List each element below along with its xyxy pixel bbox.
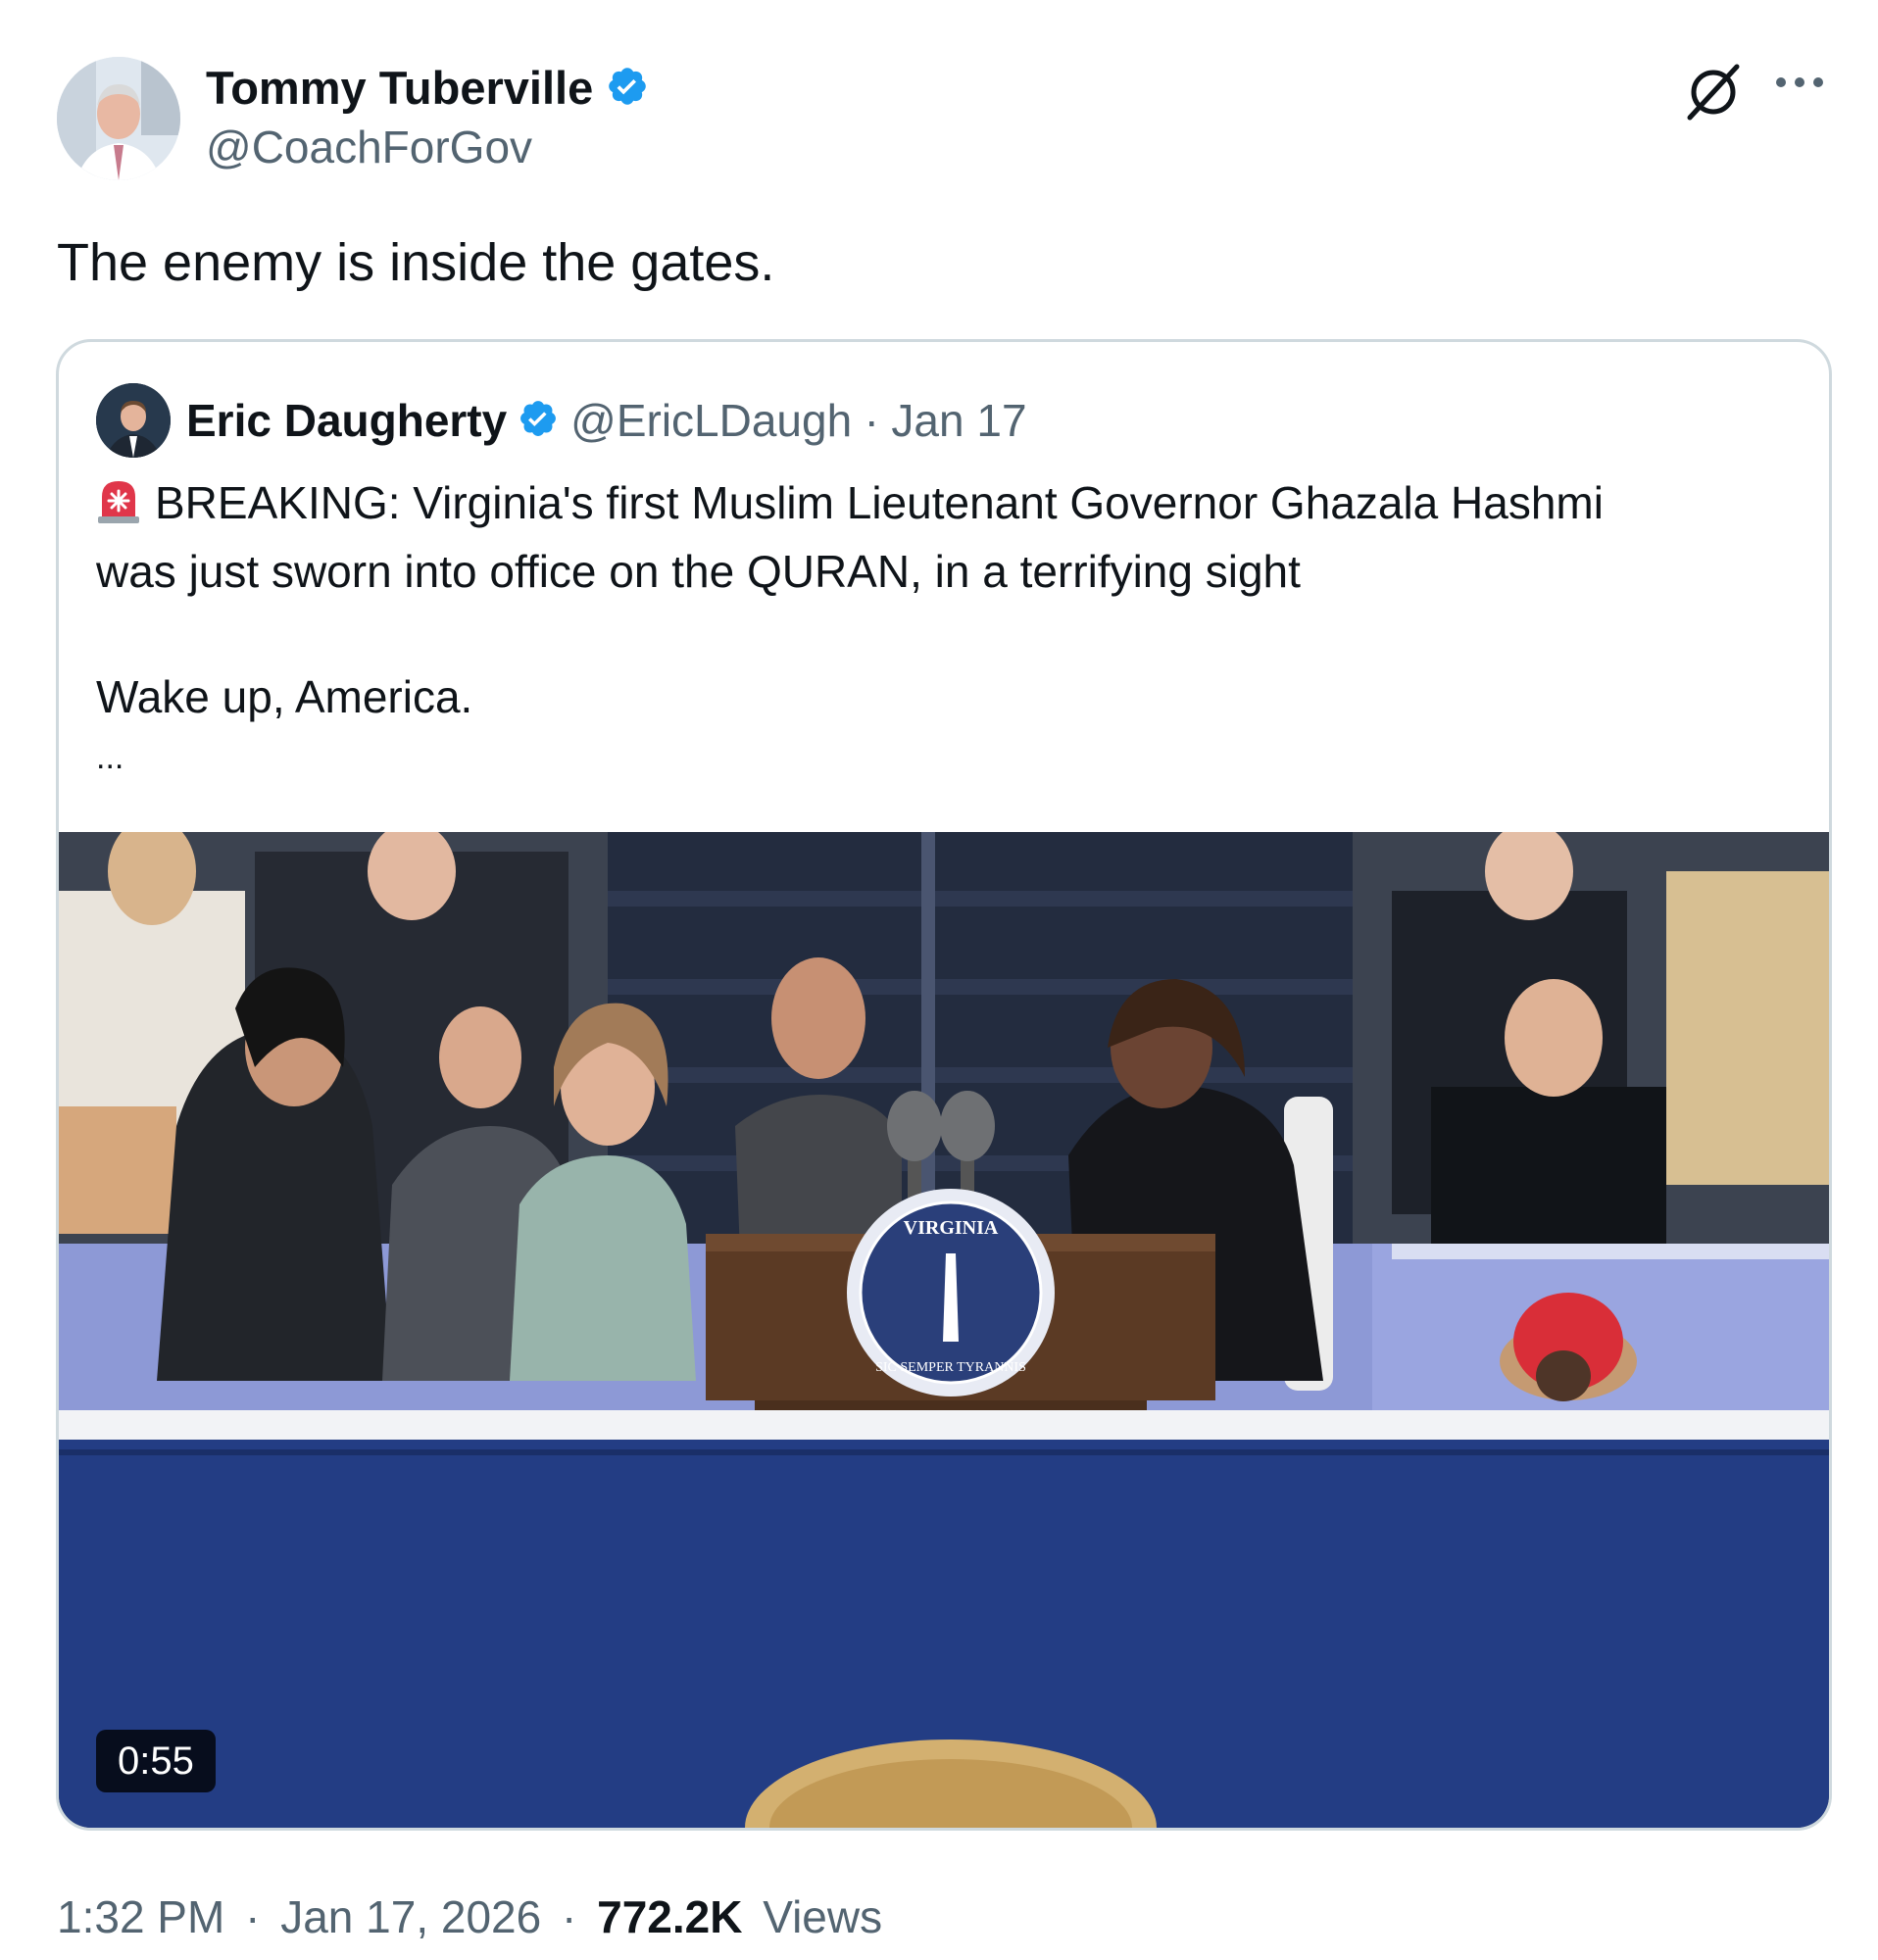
seal-text: VIRGINIA bbox=[904, 1217, 999, 1239]
tweet-meta: 1:32 PM · Jan 17, 2026 · 772.2K Views bbox=[57, 1887, 882, 1946]
quoted-text-line-1-content: BREAKING: Virginia's first Muslim Lieute… bbox=[155, 477, 1604, 528]
quoted-text-line-2: was just sworn into office on the QURAN,… bbox=[96, 546, 1301, 597]
tweet: Tommy Tuberville @CoachForGov The enemy … bbox=[0, 0, 1878, 1960]
quoted-date[interactable]: Jan 17 bbox=[891, 389, 1026, 452]
meta-separator-2: · bbox=[562, 1891, 577, 1942]
siren-icon bbox=[96, 477, 141, 540]
post-date[interactable]: Jan 17, 2026 bbox=[280, 1887, 541, 1946]
video-thumbnail: VIRGINIA SIC SEMPER TYRANNIS bbox=[59, 832, 1829, 1828]
post-time[interactable]: 1:32 PM bbox=[57, 1887, 224, 1946]
quoted-author-avatar[interactable] bbox=[96, 383, 171, 458]
quoted-text-line-3: Wake up, America. bbox=[96, 671, 473, 722]
quoted-handle[interactable]: @EricLDaugh bbox=[570, 389, 852, 452]
views-count: 772.2K bbox=[597, 1891, 743, 1942]
author-avatar[interactable] bbox=[57, 57, 180, 180]
quoted-display-name[interactable]: Eric Daugherty bbox=[186, 389, 507, 452]
quoted-video[interactable]: VIRGINIA SIC SEMPER TYRANNIS 0:55 bbox=[59, 832, 1829, 1828]
meta-separator-1: · bbox=[245, 1891, 261, 1942]
author-handle[interactable]: @CoachForGov bbox=[206, 120, 649, 174]
seal-motto: SIC SEMPER TYRANNIS bbox=[875, 1360, 1026, 1375]
quoted-tweet-card[interactable]: Eric Daugherty @EricLDaugh · Jan 17 BREA… bbox=[56, 339, 1832, 1831]
quoted-separator: · bbox=[864, 395, 879, 446]
author-info: Tommy Tuberville @CoachForGov bbox=[206, 59, 649, 174]
tweet-text: The enemy is inside the gates. bbox=[57, 233, 775, 292]
verified-badge-icon bbox=[606, 65, 649, 113]
author-display-name[interactable]: Tommy Tuberville bbox=[206, 59, 593, 118]
quoted-text-line-1: BREAKING: Virginia's first Muslim Lieute… bbox=[96, 471, 1802, 540]
quoted-header: Eric Daugherty @EricLDaugh · Jan 17 bbox=[186, 389, 1027, 452]
more-options-icon[interactable] bbox=[1774, 71, 1825, 99]
quoted-text: BREAKING: Virginia's first Muslim Lieute… bbox=[96, 471, 1802, 787]
video-duration-badge: 0:55 bbox=[96, 1730, 216, 1792]
quoted-text-truncation: ... bbox=[96, 739, 124, 776]
grok-icon[interactable] bbox=[1682, 61, 1745, 128]
views-label: Views bbox=[763, 1891, 883, 1942]
quoted-verified-badge-icon bbox=[518, 398, 559, 444]
